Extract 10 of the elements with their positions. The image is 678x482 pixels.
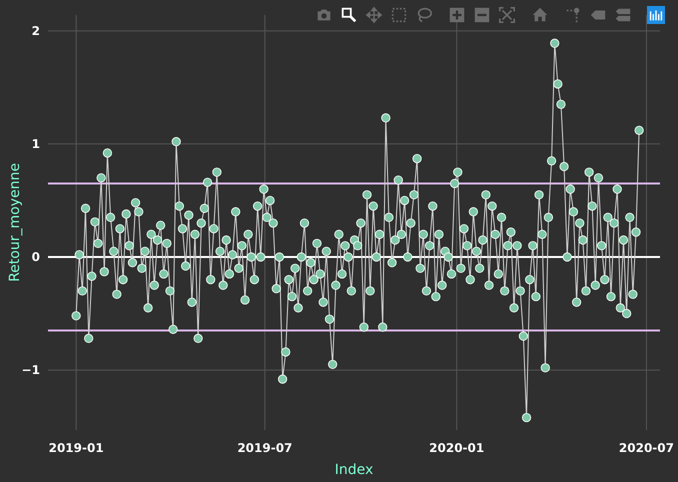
x-tick-label: 2019-07 — [237, 441, 292, 455]
x-axis-title: Index — [334, 462, 374, 478]
x-tick-label: 2020-01 — [429, 441, 484, 455]
x-tick-label: 2020-07 — [618, 441, 674, 455]
y-tick-label: 2 — [32, 24, 40, 38]
y-tick-label: 1 — [32, 136, 40, 151]
x-tick-label: 2019-01 — [48, 441, 104, 455]
y-tick-label: −1 — [22, 363, 40, 378]
y-tick-label: 0 — [32, 250, 40, 264]
y-axis-title: Retour_moyenne — [7, 163, 23, 282]
